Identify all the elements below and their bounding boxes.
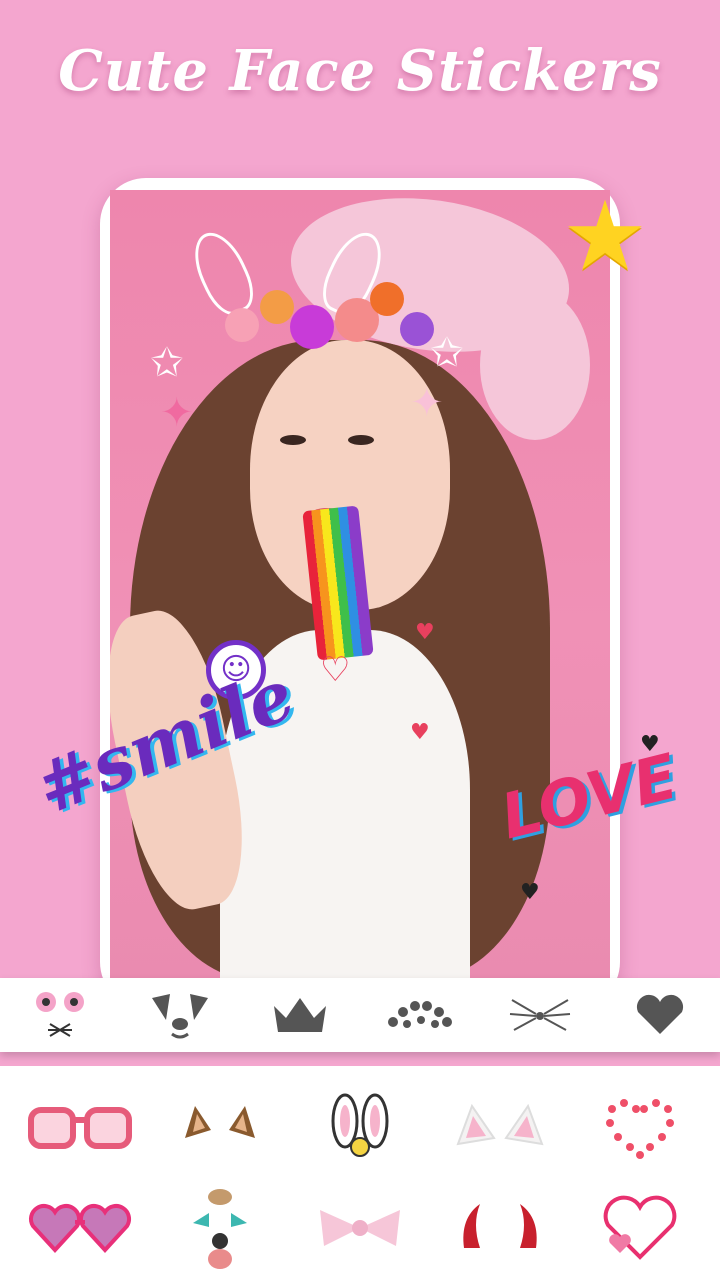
flower (260, 290, 294, 324)
star-outline-icon: ✩ (430, 330, 464, 376)
love-heart-icon[interactable] (570, 1178, 710, 1278)
pink-bow-icon[interactable] (290, 1178, 430, 1278)
heart-dots-icon[interactable] (570, 1078, 710, 1178)
devil-horns-icon[interactable] (430, 1178, 570, 1278)
star-face-sticker: ★ (562, 180, 649, 292)
cat-ears-icon[interactable] (430, 1078, 570, 1178)
photo-preview: ✩ ✦ ✩ ✦ ♡ ♥ ♥ (110, 190, 610, 980)
sticker-grid (10, 1078, 710, 1278)
heart-small-icon: ♥ (410, 720, 430, 745)
heart-black-icon: ♥ (520, 880, 540, 905)
eye-right (348, 435, 374, 445)
hearts-crown-icon[interactable] (385, 985, 455, 1045)
crown-icon[interactable] (265, 985, 335, 1045)
flower (370, 282, 404, 316)
puppy-face-icon[interactable] (150, 1178, 290, 1278)
dog-ears-icon[interactable] (150, 1078, 290, 1178)
sparkle-icon: ✦ (410, 380, 444, 426)
flower (400, 312, 434, 346)
bunny-ear-left (183, 224, 263, 322)
star-pink-icon: ✦ (160, 390, 194, 436)
dog-ears-nose-icon[interactable] (145, 985, 215, 1045)
heart-sunglasses-icon[interactable] (10, 1178, 150, 1278)
heart-icon[interactable] (625, 985, 695, 1045)
headline: Cute Face Stickers (58, 38, 662, 104)
sticker-panel (0, 1066, 720, 1280)
whiskers-icon[interactable] (505, 985, 575, 1045)
heart-small-icon: ♡ (320, 650, 351, 690)
eye-left (280, 435, 306, 445)
star-outline-icon: ✩ (150, 340, 184, 386)
flower (225, 308, 259, 342)
headband-bow-loop (480, 290, 590, 440)
bunny-ears-headband-icon[interactable] (290, 1078, 430, 1178)
heart-small-icon: ♥ (415, 620, 435, 645)
pink-eyes-whiskers-icon[interactable] (25, 985, 95, 1045)
sticker-category-bar (0, 978, 720, 1052)
flower (290, 305, 334, 349)
heart-black-icon: ♥ (640, 732, 660, 757)
red-sunglasses-icon[interactable] (10, 1078, 150, 1178)
